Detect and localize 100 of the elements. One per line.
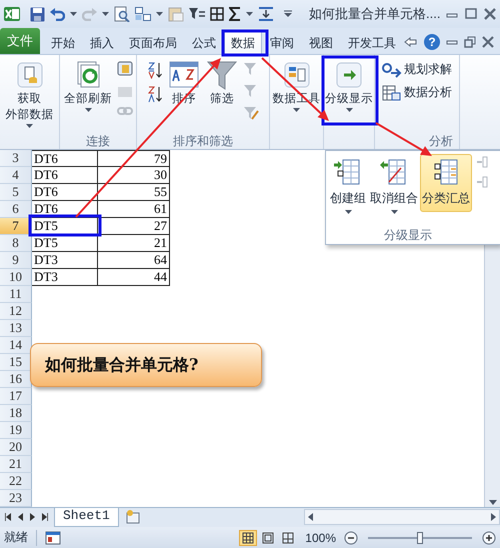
row-header[interactable]: 7 — [0, 218, 32, 235]
group-label: 连接 — [86, 134, 110, 148]
table-cell: DT6 — [32, 150, 98, 167]
horizontal-scrollbar[interactable] — [304, 509, 500, 525]
row-header[interactable]: 12 — [0, 303, 32, 320]
row-header[interactable]: 17 — [0, 388, 32, 405]
sort-descending-icon[interactable] — [147, 85, 163, 103]
scroll-right-icon[interactable] — [491, 513, 496, 521]
ribbon-tab[interactable]: 公式 — [185, 31, 223, 54]
ribbon-button[interactable]: 全部刷新 — [63, 59, 113, 112]
first-sheet-icon[interactable] — [5, 513, 11, 521]
caret-icon — [70, 12, 77, 16]
table-cell: 64 — [98, 252, 170, 269]
close-icon[interactable] — [483, 8, 498, 20]
ribbon-tab[interactable]: 页面布局 — [122, 31, 184, 54]
layout-icon[interactable] — [135, 7, 151, 21]
ribbon-button[interactable]: 分级显示 — [324, 59, 374, 112]
menu-button[interactable]: 取消组合 — [368, 154, 420, 219]
ribbon-tab[interactable]: 开发工具 — [341, 31, 403, 54]
sort-ascending-icon[interactable] — [147, 61, 163, 79]
table-cell: 27 — [98, 218, 170, 235]
callout-text: 如何批量合并单元格? — [30, 343, 262, 387]
caret-icon — [102, 12, 109, 16]
table-cell: DT3 — [32, 252, 98, 269]
macro-record-icon[interactable] — [45, 530, 61, 544]
advanced-filter-icon[interactable] — [243, 105, 259, 121]
ribbon-tab[interactable]: 开始 — [44, 31, 82, 54]
zoom-level: 100% — [305, 530, 336, 544]
table-cell: 21 — [98, 235, 170, 252]
help-button[interactable]: ? — [424, 34, 440, 50]
print-preview-icon[interactable] — [114, 6, 130, 22]
group-label: 分析 — [429, 134, 453, 148]
table-icon — [382, 84, 402, 100]
row-header[interactable]: 23 — [0, 490, 32, 507]
close-icon[interactable] — [482, 36, 494, 48]
scroll-down-icon[interactable] — [488, 500, 496, 505]
caret-icon — [156, 12, 163, 16]
ribbon-tab[interactable]: 视图 — [302, 31, 340, 54]
row-header[interactable]: 14 — [0, 337, 32, 354]
highlight-frame — [222, 30, 268, 56]
file-tab[interactable]: 文件 — [0, 28, 40, 54]
row-header[interactable]: 3 — [0, 150, 32, 167]
save-icon[interactable] — [30, 6, 45, 22]
excel-icon — [4, 6, 20, 22]
ribbon-button[interactable]: 获取 外部数据 — [4, 59, 54, 128]
zoom-in-icon[interactable] — [482, 530, 496, 544]
sheet-tab[interactable]: Sheet1 — [54, 508, 119, 527]
restore-icon[interactable] — [464, 36, 476, 48]
previous-sheet-icon[interactable] — [18, 513, 23, 521]
table-cell: DT5 — [32, 218, 98, 235]
connection-icon[interactable] — [117, 61, 133, 77]
pin-icon[interactable] — [404, 36, 418, 48]
next-sheet-icon[interactable] — [30, 513, 35, 521]
row-header[interactable]: 13 — [0, 320, 32, 337]
row-header[interactable]: 11 — [0, 286, 32, 303]
undo-icon[interactable] — [50, 7, 65, 21]
group-label: 排序和筛选 — [173, 134, 233, 148]
borders-icon[interactable] — [210, 7, 224, 21]
ribbon-tab[interactable]: 审阅 — [263, 31, 301, 54]
row-header[interactable]: 16 — [0, 371, 32, 388]
table-cell: DT3 — [32, 269, 98, 286]
maximize-icon[interactable] — [464, 8, 478, 20]
customize-icon[interactable] — [284, 10, 292, 18]
sum-icon[interactable] — [229, 7, 241, 21]
highlight-frame — [322, 56, 378, 126]
row-header[interactable]: 4 — [0, 167, 32, 184]
slider-thumb[interactable] — [417, 532, 423, 544]
row-header[interactable]: 10 — [0, 269, 32, 286]
zoom-out-icon[interactable] — [344, 530, 358, 544]
ribbon-button[interactable]: 数据分析 — [382, 84, 452, 101]
table-cell: 61 — [98, 201, 170, 218]
last-sheet-icon[interactable] — [42, 513, 48, 521]
clipboard-icon[interactable] — [168, 6, 184, 22]
row-header[interactable]: 9 — [0, 252, 32, 269]
row-header[interactable]: 5 — [0, 184, 32, 201]
menu-button[interactable]: 创建组 — [328, 154, 368, 219]
status-text: 就绪 — [4, 529, 28, 546]
row-header[interactable]: 19 — [0, 422, 32, 439]
insert-sheet-icon[interactable] — [124, 508, 141, 524]
table-cell: DT6 — [32, 167, 98, 184]
filter-icon[interactable] — [189, 7, 205, 21]
row-header[interactable]: 15 — [0, 354, 32, 371]
row-header[interactable]: 18 — [0, 405, 32, 422]
menu-button[interactable]: 分类汇总 — [420, 154, 472, 212]
row-header[interactable]: 6 — [0, 201, 32, 218]
window-title: 如何批量合并单元格.... — [308, 5, 440, 23]
view-button[interactable] — [239, 530, 258, 546]
ribbon-tab[interactable]: 插入 — [83, 31, 121, 54]
row-header[interactable]: 8 — [0, 235, 32, 252]
table-cell: 44 — [98, 269, 170, 286]
table-cell: DT5 — [32, 235, 98, 252]
align-icon[interactable] — [258, 6, 274, 22]
scroll-left-icon[interactable] — [308, 513, 313, 521]
solver-icon — [382, 62, 402, 78]
row-header[interactable]: 21 — [0, 456, 32, 473]
row-header[interactable]: 20 — [0, 439, 32, 456]
ribbon-button[interactable]: 规划求解 — [382, 61, 452, 78]
group-label: 分级显示 — [383, 227, 433, 244]
row-header[interactable]: 22 — [0, 473, 32, 490]
caret-icon — [246, 12, 253, 16]
